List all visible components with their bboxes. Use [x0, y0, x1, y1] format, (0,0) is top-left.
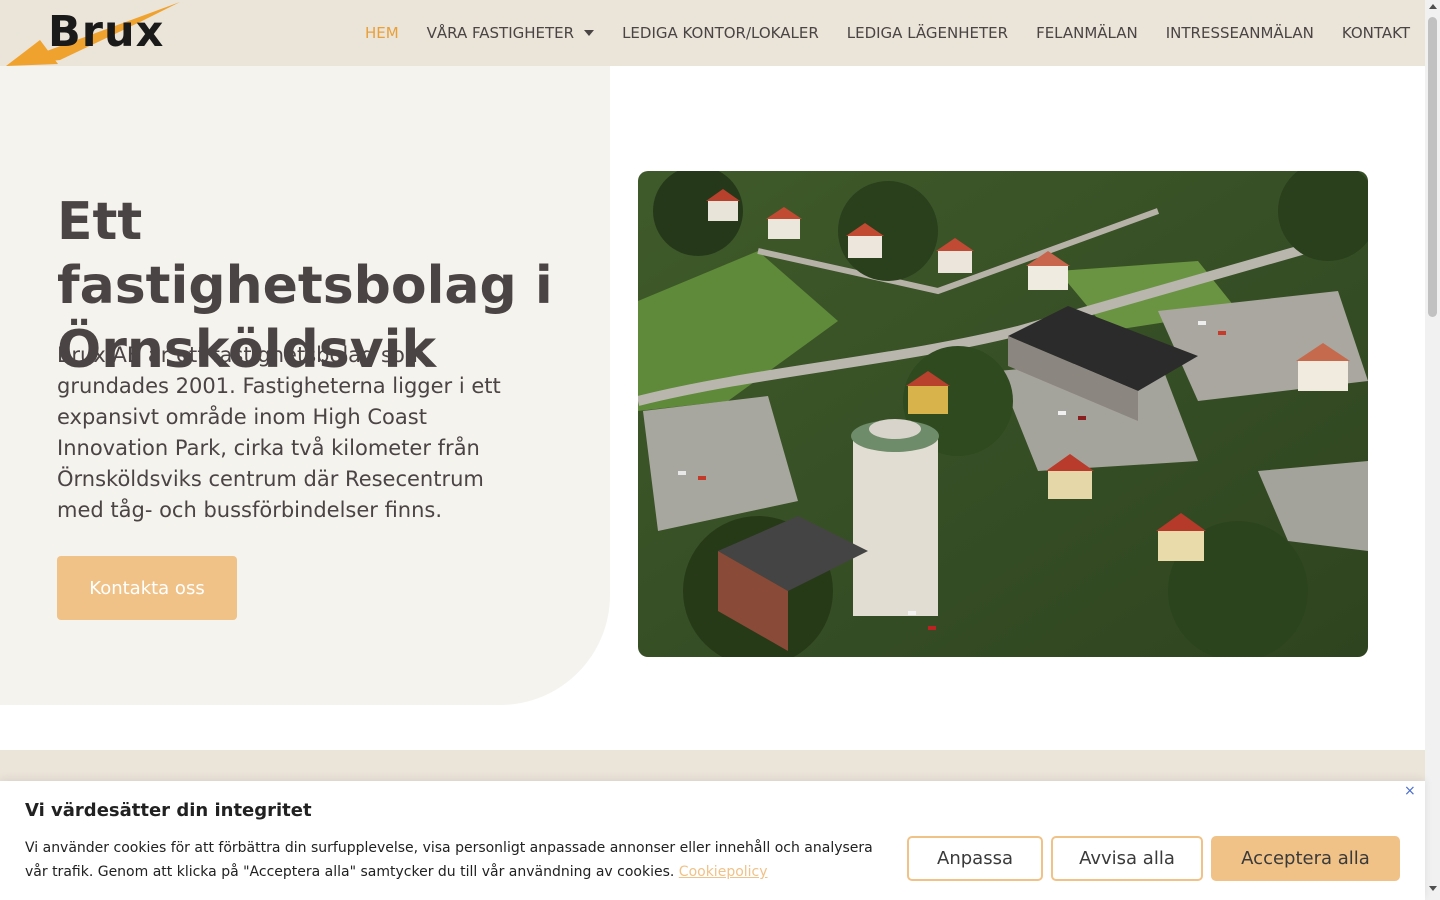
scroll-down-arrow-icon[interactable] [1429, 886, 1437, 891]
site-header: Brux HEM VÅRA FASTIGHETER LEDIGA KONTOR/… [0, 0, 1425, 66]
logo[interactable]: Brux [0, 0, 185, 66]
contact-us-button[interactable]: Kontakta oss [57, 556, 237, 620]
nav-item-label: FELANMÄLAN [1036, 24, 1138, 42]
nav-item-lediga-kontor[interactable]: LEDIGA KONTOR/LOKALER [622, 24, 819, 42]
nav-item-kontakt[interactable]: KONTAKT [1342, 24, 1410, 42]
nav-item-label: INTRESSEANMÄLAN [1165, 24, 1314, 42]
nav-item-intresseanmalan[interactable]: INTRESSEANMÄLAN [1166, 24, 1314, 42]
logo-text: Brux [48, 7, 165, 57]
hero-description: Brux AB är ett fastighetsbolag som grund… [57, 343, 501, 522]
aerial-photo [638, 171, 1368, 657]
scrollbar-thumb[interactable] [1428, 17, 1437, 317]
nav-item-label: VÅRA FASTIGHETER [426, 24, 575, 42]
accept-all-button[interactable]: Acceptera alla [1211, 836, 1400, 881]
customize-button[interactable]: Anpassa [907, 836, 1043, 881]
scroll-up-arrow-icon[interactable] [1429, 4, 1437, 9]
reject-all-button[interactable]: Avvisa alla [1051, 836, 1203, 881]
page-scrollbar[interactable] [1425, 0, 1440, 900]
nav-item-vara-fastigheter[interactable]: VÅRA FASTIGHETER [426, 24, 595, 42]
nav-item-label: LEDIGA LÄGENHETER [846, 24, 1009, 42]
cookie-title: Vi värdesätter din integritet [25, 800, 312, 821]
main-nav: HEM VÅRA FASTIGHETER LEDIGA KONTOR/LOKAL… [337, 0, 1410, 66]
page: Brux HEM VÅRA FASTIGHETER LEDIGA KONTOR/… [0, 0, 1440, 900]
nav-item-label: KONTAKT [1341, 24, 1410, 42]
cookie-text: Vi använder cookies för att förbättra di… [25, 836, 885, 884]
close-icon[interactable]: × [1404, 783, 1416, 799]
caret-down-icon [584, 30, 595, 36]
cookie-policy-link[interactable]: Cookiepolicy [679, 864, 768, 880]
nav-item-felanmalan[interactable]: FELANMÄLAN [1036, 24, 1138, 42]
nav-item-label: HEM [364, 24, 399, 42]
nav-item-lediga-lagenheter[interactable]: LEDIGA LÄGENHETER [847, 24, 1008, 42]
nav-item-label: LEDIGA KONTOR/LOKALER [622, 24, 819, 42]
nav-item-hem[interactable]: HEM [365, 24, 399, 42]
cookie-banner: × Vi värdesätter din integritet Vi använ… [0, 781, 1425, 900]
